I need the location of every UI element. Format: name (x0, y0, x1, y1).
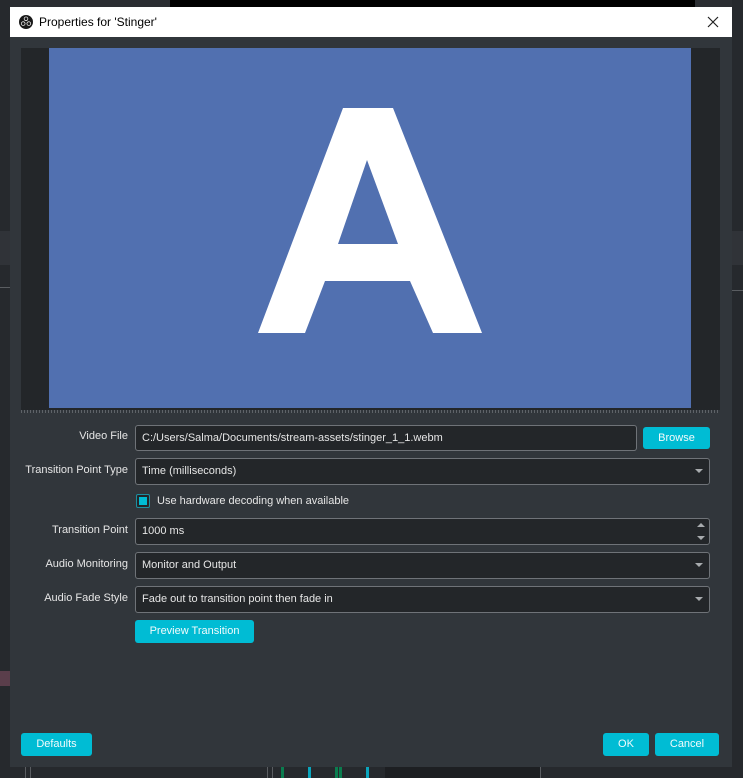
audio-fade-style-select[interactable]: Fade out to transition point then fade i… (135, 586, 710, 613)
mixer-divider (272, 767, 273, 778)
background-app-left-divider (0, 287, 10, 288)
letter-a-graphic (258, 108, 482, 333)
audio-fade-style-value: Fade out to transition point then fade i… (142, 593, 333, 605)
transition-point-type-label: Transition Point Type (25, 464, 128, 476)
transition-point-label: Transition Point (51, 524, 128, 536)
volume-meter-bar (281, 767, 284, 778)
transition-preview (49, 48, 691, 408)
properties-dialog: Properties for 'Stinger' Video File C:/U… (10, 7, 732, 767)
volume-meter-bar (366, 767, 369, 778)
background-app-left-dock (0, 231, 10, 265)
mixer-divider (267, 767, 268, 778)
cancel-button[interactable]: Cancel (655, 733, 719, 756)
chevron-down-icon (695, 563, 703, 567)
mixer-divider (540, 767, 541, 778)
volume-meter-bar (308, 767, 311, 778)
spin-up-icon[interactable] (697, 523, 705, 527)
transition-point-value: 1000 ms (142, 525, 185, 537)
spin-down-icon[interactable] (697, 536, 705, 540)
obs-logo-icon (19, 15, 33, 29)
audio-monitoring-value: Monitor and Output (142, 559, 237, 571)
audio-monitoring-select[interactable]: Monitor and Output (135, 552, 710, 579)
transition-point-spinbox[interactable]: 1000 ms (135, 518, 710, 545)
ok-button[interactable]: OK (603, 733, 649, 756)
checkbox-checked-indicator (139, 497, 147, 505)
volume-meter-bar (339, 767, 342, 778)
mixer-panel (385, 767, 540, 778)
volume-meter-bar (335, 767, 338, 778)
preview-splitter-handle[interactable] (21, 410, 720, 413)
transition-point-type-select[interactable]: Time (milliseconds) (135, 458, 710, 485)
hardware-decoding-label[interactable]: Use hardware decoding when available (157, 495, 349, 507)
background-app-left-panel (0, 0, 10, 778)
preview-area (21, 48, 720, 410)
background-app-right-panel (732, 0, 743, 778)
hardware-decoding-checkbox[interactable] (136, 494, 150, 508)
chevron-down-icon (695, 597, 703, 601)
chevron-down-icon (695, 469, 703, 473)
background-app-selected-item (0, 671, 10, 686)
mixer-divider (30, 767, 31, 778)
defaults-button[interactable]: Defaults (21, 733, 92, 756)
title-bar: Properties for 'Stinger' (10, 7, 732, 37)
mixer-divider (25, 767, 26, 778)
transition-point-type-value: Time (milliseconds) (142, 465, 237, 477)
video-file-label: Video File (79, 430, 128, 442)
close-icon[interactable] (703, 12, 723, 32)
audio-monitoring-label: Audio Monitoring (45, 558, 128, 570)
video-file-input[interactable]: C:/Users/Salma/Documents/stream-assets/s… (135, 425, 637, 451)
dialog-title: Properties for 'Stinger' (39, 15, 157, 29)
background-app-mixer (0, 767, 743, 778)
browse-button[interactable]: Browse (643, 427, 710, 449)
audio-fade-style-label: Audio Fade Style (44, 592, 128, 604)
preview-transition-button[interactable]: Preview Transition (135, 620, 254, 643)
